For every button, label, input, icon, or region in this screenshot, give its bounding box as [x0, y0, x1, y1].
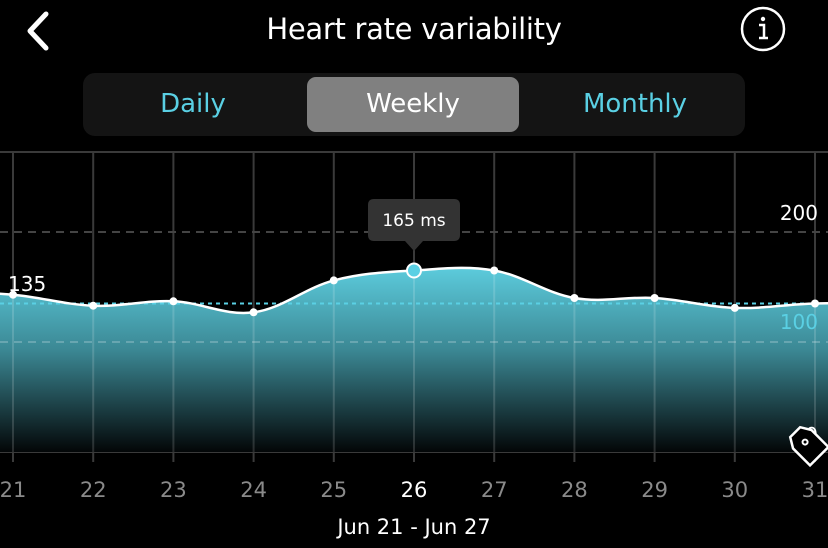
period-segmented-control: Daily Weekly Monthly	[83, 73, 745, 136]
x-axis-labels: 21 22 23 24 25 26 27 28 29 30 31	[0, 478, 828, 502]
x-tick-label: 23	[160, 478, 187, 502]
value-tooltip: 165 ms	[368, 199, 460, 251]
data-point	[811, 299, 819, 308]
x-tick-label: 25	[320, 478, 347, 502]
data-point	[249, 308, 258, 317]
data-point	[570, 294, 579, 302]
selected-point	[406, 262, 422, 279]
header: Heart rate variability	[0, 0, 828, 64]
data-point	[169, 297, 178, 306]
x-tick-label: 29	[641, 478, 668, 502]
tab-weekly[interactable]: Weekly	[307, 77, 519, 132]
tab-monthly[interactable]: Monthly	[529, 77, 741, 132]
page-title: Heart rate variability	[266, 12, 562, 46]
data-point	[730, 303, 739, 312]
average-label: 135	[8, 272, 46, 296]
data-point	[650, 294, 659, 302]
x-tick-label: 24	[240, 478, 267, 502]
info-button[interactable]	[740, 6, 786, 52]
x-tick-label: 31	[802, 478, 828, 502]
hrv-chart[interactable]: 2001000 2122232425262728293031 135 165 m…	[0, 140, 828, 510]
y-tick-label: 200	[780, 201, 818, 225]
x-tick-label: 28	[561, 478, 588, 502]
info-circle-icon	[740, 6, 786, 52]
x-tick-label: 21	[0, 478, 26, 502]
y-tick-label: 100	[780, 310, 818, 334]
x-tick-label: 26	[401, 478, 428, 502]
x-tick-label: 22	[80, 478, 107, 502]
date-range-label: Jun 21 - Jun 27	[337, 515, 491, 539]
data-point	[89, 301, 98, 310]
x-tick-label: 30	[721, 478, 748, 502]
data-point	[329, 276, 338, 285]
data-point	[490, 266, 499, 275]
x-tick-label: 27	[481, 478, 508, 502]
tab-daily[interactable]: Daily	[87, 77, 299, 132]
tooltip-text: 165 ms	[382, 211, 445, 231]
